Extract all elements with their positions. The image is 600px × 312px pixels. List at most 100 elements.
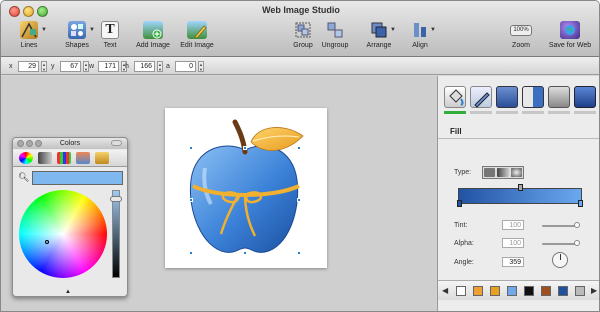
swatch-palette: ◀ ▶ [438,280,599,300]
palette-swatch[interactable] [507,286,517,296]
current-color-swatch[interactable] [32,171,123,185]
w-control: w 171 ▲ ▼ [89,60,127,72]
palette-swatch[interactable] [473,286,483,296]
fill-type-selector[interactable] [482,166,524,179]
y-control: y 67 ▲ ▼ [51,60,89,72]
colors-toolbar-toggle[interactable] [111,140,122,146]
border-tab-icon[interactable] [548,86,570,108]
selection-handle[interactable] [189,146,193,150]
x-field[interactable]: 29 [18,60,39,72]
gradient-start-stop[interactable] [457,200,462,207]
edit-image-button[interactable]: Edit Image [176,21,218,55]
brightness-slider-knob[interactable] [110,196,122,202]
app-window: Web Image Studio ▼ Lines ▼ Shapes T Text [0,0,600,312]
reflection-tab-icon[interactable] [522,86,544,108]
lines-button[interactable]: ▼ Lines [9,21,49,55]
shapes-button[interactable]: ▼ Shapes [57,21,97,55]
colors-zoom-button[interactable] [35,140,42,147]
alpha-field[interactable]: 100 [502,238,524,248]
color-wheel[interactable] [19,190,107,278]
align-button[interactable]: ▼ Align [403,21,437,55]
palette-swatch[interactable] [456,286,466,296]
selection-handle[interactable] [297,198,301,202]
globe-icon [560,21,580,39]
inspector-panel: Fill Type: Tint: 100 Alpha: 100 Angle: 3… [437,76,599,311]
selection-handle[interactable] [189,251,193,255]
linear-gradient-option[interactable] [497,168,509,177]
tint-field[interactable]: 100 [502,220,524,230]
add-image-button[interactable]: Add Image [133,21,173,55]
group-button[interactable]: Group [289,21,317,55]
zoom-control[interactable]: 100% Zoom [506,21,536,55]
y-field[interactable]: 67 [60,60,81,72]
tab-indicator [522,111,544,114]
x-stepper[interactable]: ▲ ▼ [41,60,47,72]
alpha-slider-knob[interactable] [574,240,580,246]
crayons-tab-icon[interactable] [95,152,109,164]
chevron-down-icon: ▼ [41,27,47,33]
color-wheel-tab-icon[interactable] [19,152,33,164]
shadow-tab-icon[interactable] [496,86,518,108]
text-button[interactable]: T Text [97,21,123,55]
fill-tab-icon[interactable] [444,86,466,108]
toolbar: Web Image Studio ▼ Lines ▼ Shapes T Text [1,1,599,57]
colors-minimize-button[interactable] [26,140,33,147]
radial-gradient-option[interactable] [510,168,522,177]
x-control: x 29 ▲ ▼ [9,60,47,72]
image-palettes-tab-icon[interactable] [76,152,90,164]
alpha-slider[interactable] [542,243,578,245]
selection-handle[interactable] [243,251,247,255]
zoom-field[interactable]: 100% [510,25,532,36]
colors-close-button[interactable] [17,140,24,147]
palette-swatch[interactable] [490,286,500,296]
colors-tabs [13,150,127,167]
chevron-down-icon: ▼ [89,27,95,33]
save-for-web-button[interactable]: Save for Web [544,21,596,55]
selection-handle[interactable] [243,146,247,150]
angle-dial[interactable] [552,252,568,268]
stroke-tab-icon[interactable] [470,86,492,108]
chevron-left-icon[interactable]: ◀ [442,286,448,295]
effects-tab-icon[interactable] [574,86,596,108]
selection-handle[interactable] [297,146,301,150]
selection-handle[interactable] [297,251,301,255]
artboard[interactable] [165,108,327,268]
chevron-right-icon[interactable]: ▶ [591,286,597,295]
chevron-down-icon: ▼ [390,27,396,33]
solid-fill-option[interactable] [484,168,496,177]
text-icon: T [101,21,119,39]
magnifier-icon[interactable]: 🔍︎ [18,172,29,183]
group-icon [294,21,312,39]
tab-indicator [470,111,492,114]
w-field[interactable]: 171 [98,60,119,72]
arrange-button[interactable]: ▼ Arrange [359,21,399,55]
tab-indicator [574,111,596,114]
chevron-up-icon[interactable]: ▲ [65,289,71,295]
palette-swatch[interactable] [558,286,568,296]
angle-field[interactable]: 0 [175,60,196,72]
h-stepper[interactable]: ▲ ▼ [157,60,163,72]
tab-indicator [548,111,570,114]
chevron-down-icon: ▼ [430,27,436,33]
palette-swatch[interactable] [541,286,551,296]
selection-handle[interactable] [189,198,193,202]
brightness-slider[interactable] [112,190,120,278]
angle-control: a 0 ▲ ▼ [166,60,204,72]
color-sliders-tab-icon[interactable] [38,152,52,164]
h-field[interactable]: 166 [134,60,155,72]
color-palettes-tab-icon[interactable] [57,152,71,164]
tint-slider-knob[interactable] [574,222,580,228]
angle-stepper[interactable]: ▲ ▼ [198,60,204,72]
palette-swatch[interactable] [575,286,585,296]
shapes-icon [68,21,86,39]
edit-image-icon [187,21,207,39]
gradient-midpoint[interactable] [518,184,523,191]
palette-swatch[interactable] [524,286,534,296]
angle-value-field[interactable]: 359 [502,257,524,267]
tint-slider[interactable] [542,225,578,227]
color-wheel-cursor[interactable] [45,240,49,244]
gradient-end-stop[interactable] [578,200,583,207]
ungroup-button[interactable]: Ungroup [318,21,352,55]
apple-image[interactable] [165,108,327,268]
colors-panel: Colors 🔍︎ ▲ [12,137,128,297]
